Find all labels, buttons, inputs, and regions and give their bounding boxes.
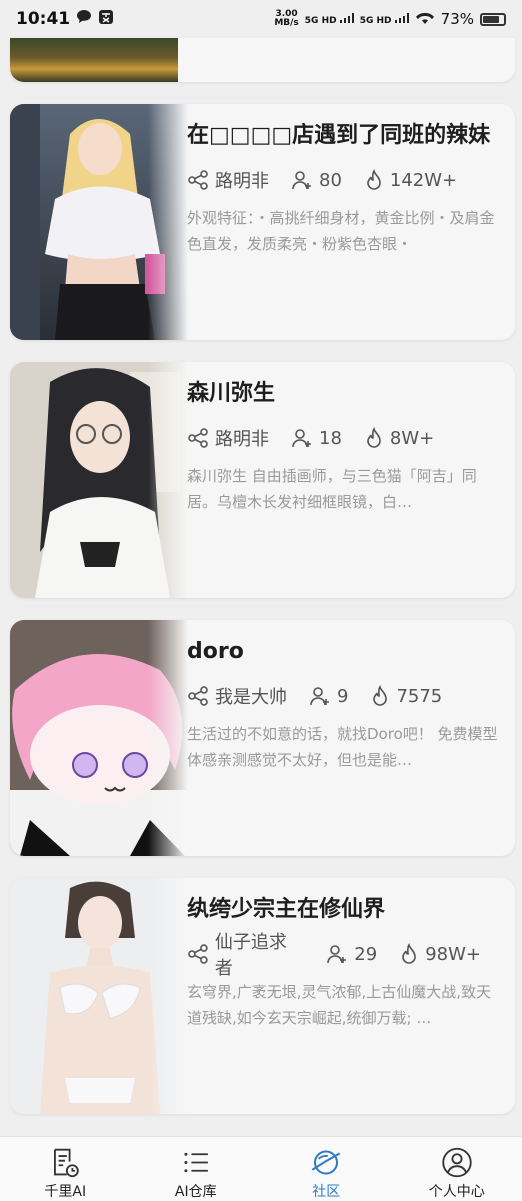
network-speed: 3.00 MB/s — [274, 10, 298, 28]
tab-qianli-ai[interactable]: 千里AI — [0, 1137, 131, 1201]
status-right: 3.00 MB/s 5G HD 5G HD 73% — [274, 9, 506, 29]
message-icon — [76, 9, 92, 29]
follower-count: 18 — [319, 428, 342, 449]
wifi-icon — [415, 9, 435, 29]
list-icon — [178, 1146, 214, 1179]
document-clock-icon — [47, 1146, 83, 1179]
followers: 80 — [291, 169, 342, 191]
card-title: doro — [187, 634, 503, 669]
card-meta: 我是大帅 9 7575 — [187, 681, 503, 711]
share-icon — [187, 169, 209, 191]
tab-label: 社区 — [312, 1181, 340, 1201]
character-card[interactable]: 纨绔少宗主在修仙界 仙子追求者 29 98W+ 玄穹界,广袤无垠,灵气浓郁,上古… — [10, 878, 515, 1114]
author: 我是大帅 — [187, 683, 287, 709]
flame-icon — [370, 685, 390, 707]
heat-count: 142W+ — [390, 170, 457, 191]
card-meta: 路明非 80 142W+ — [187, 165, 503, 195]
card-thumbnail — [10, 38, 178, 82]
user-add-icon — [291, 427, 313, 449]
share-icon — [187, 427, 209, 449]
tab-community[interactable]: 社区 — [261, 1137, 392, 1201]
card-title: 森川弥生 — [187, 376, 503, 411]
status-bar: 10:41 3.00 MB/s 5G HD 5G HD 73% — [0, 0, 522, 38]
followers: 29 — [326, 943, 377, 965]
tab-label: 个人中心 — [429, 1181, 485, 1201]
follower-count: 80 — [319, 170, 342, 191]
card-thumbnail — [10, 620, 188, 856]
flame-icon — [364, 427, 384, 449]
heat-count: 7575 — [396, 686, 442, 707]
author-name: 我是大帅 — [215, 683, 287, 709]
flame-icon — [399, 943, 419, 965]
user-add-icon — [309, 685, 331, 707]
heat: 142W+ — [364, 169, 457, 191]
card-description: 森川弥生 自由插画师，与三色猫「阿吉」同居。乌檀木长发衬细框眼镜，白… — [187, 463, 503, 515]
card-title: 纨绔少宗主在修仙界 — [187, 892, 503, 927]
share-icon — [187, 685, 209, 707]
share-icon — [187, 943, 209, 965]
card-thumbnail — [10, 104, 188, 340]
card-body: 纨绔少宗主在修仙界 仙子追求者 29 98W+ 玄穹界,广袤无垠,灵气浓郁,上古… — [187, 892, 503, 1031]
card-thumbnail — [10, 878, 188, 1114]
user-icon — [439, 1146, 475, 1179]
author: 路明非 — [187, 167, 269, 193]
planet-icon — [308, 1146, 344, 1179]
card-description: 玄穹界,广袤无垠,灵气浓郁,上古仙魔大战,致天道残缺,如今玄天宗崛起,统御万载;… — [187, 979, 503, 1031]
card-partial-previous[interactable] — [10, 38, 515, 82]
card-thumbnail — [10, 362, 188, 598]
tab-label: AI仓库 — [175, 1181, 217, 1201]
card-title: 在□□□□店遇到了同班的辣妹 — [187, 118, 503, 153]
user-add-icon — [291, 169, 313, 191]
author: 仙子追求者 — [187, 928, 304, 980]
battery-icon — [480, 13, 506, 26]
heat: 7575 — [370, 685, 442, 707]
heat: 98W+ — [399, 943, 481, 965]
followers: 18 — [291, 427, 342, 449]
signal-bars-icon — [340, 13, 354, 23]
card-body: 在□□□□店遇到了同班的辣妹 路明非 80 142W+ 外观特征：・高挑纤细身材… — [187, 118, 503, 257]
app-notification-icon — [98, 9, 114, 30]
follower-count: 9 — [337, 686, 348, 707]
character-card[interactable]: doro 我是大帅 9 7575 生活过的不如意的话，就找Doro吧！ 免费模型… — [10, 620, 515, 856]
card-meta: 路明非 18 8W+ — [187, 423, 503, 453]
tab-profile[interactable]: 个人中心 — [392, 1137, 522, 1201]
author-name: 路明非 — [215, 167, 269, 193]
card-body: 森川弥生 路明非 18 8W+ 森川弥生 自由插画师，与三色猫「阿吉」同居。乌檀… — [187, 376, 503, 515]
status-time: 10:41 — [16, 9, 70, 29]
character-card[interactable]: 森川弥生 路明非 18 8W+ 森川弥生 自由插画师，与三色猫「阿吉」同居。乌檀… — [10, 362, 515, 598]
battery-fill — [483, 16, 499, 23]
card-body: doro 我是大帅 9 7575 生活过的不如意的话，就找Doro吧！ 免费模型… — [187, 634, 503, 773]
author: 路明非 — [187, 425, 269, 451]
tab-ai-warehouse[interactable]: AI仓库 — [131, 1137, 262, 1201]
signal-bars-icon — [395, 13, 409, 23]
user-add-icon — [326, 943, 348, 965]
tab-label: 千里AI — [44, 1181, 86, 1201]
status-left: 10:41 — [16, 9, 114, 30]
card-meta: 仙子追求者 29 98W+ — [187, 939, 503, 969]
follower-count: 29 — [354, 944, 377, 965]
card-description: 外观特征：・高挑纤细身材，黄金比例・及肩金色直发，发质柔亮・粉紫色杏眼・ — [187, 205, 503, 257]
heat-count: 98W+ — [425, 944, 481, 965]
battery-percent: 73% — [441, 10, 474, 28]
heat: 8W+ — [364, 427, 434, 449]
author-name: 仙子追求者 — [215, 928, 304, 980]
bottom-tab-bar: 千里AI AI仓库 社区 个人中心 — [0, 1136, 522, 1201]
signal-2: 5G HD — [360, 13, 409, 26]
followers: 9 — [309, 685, 348, 707]
character-card[interactable]: 在□□□□店遇到了同班的辣妹 路明非 80 142W+ 外观特征：・高挑纤细身材… — [10, 104, 515, 340]
signal-1: 5G HD — [305, 13, 354, 26]
card-description: 生活过的不如意的话，就找Doro吧！ 免费模型体感亲测感觉不太好，但也是能… — [187, 721, 503, 773]
author-name: 路明非 — [215, 425, 269, 451]
flame-icon — [364, 169, 384, 191]
heat-count: 8W+ — [390, 428, 434, 449]
